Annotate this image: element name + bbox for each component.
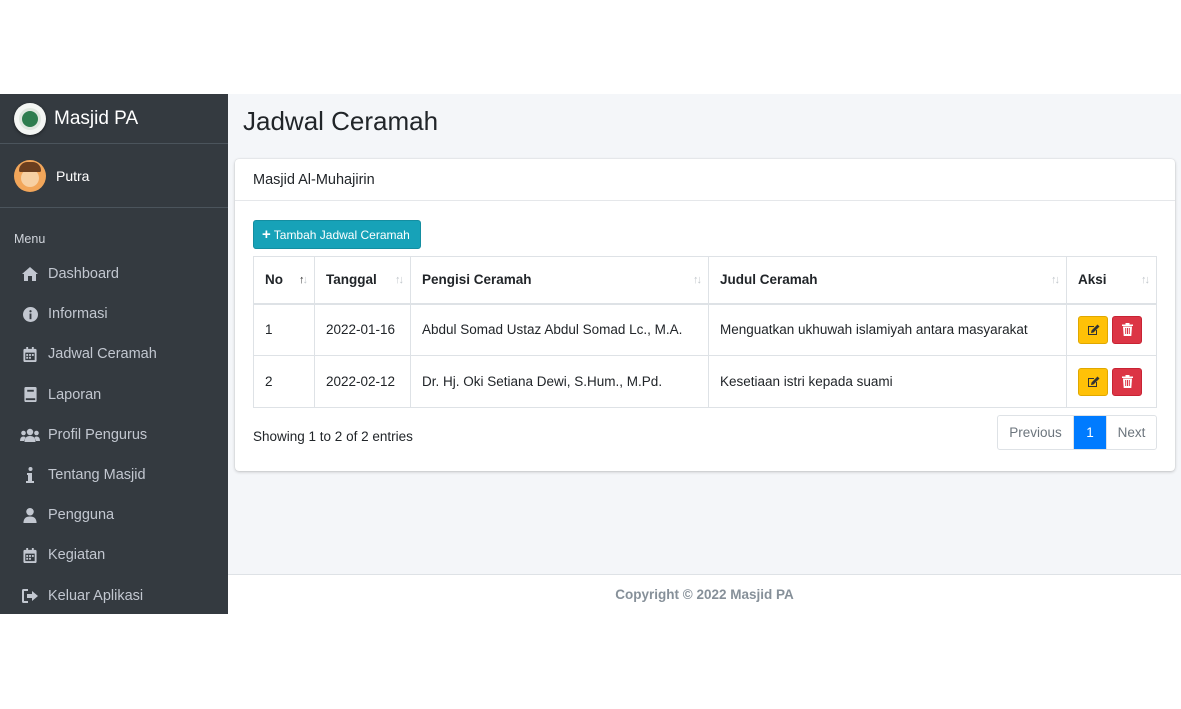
page-1-button[interactable]: 1 [1074, 416, 1106, 449]
sidebar-item-tentang-masjid[interactable]: Tentang Masjid [0, 455, 228, 495]
cell-judul: Menguatkan ukhuwah islamiyah antara masy… [708, 303, 1067, 356]
content-wrapper: Jadwal Ceramah Masjid Al-Muhajirin + Tam… [228, 94, 1181, 614]
home-icon [20, 267, 40, 282]
column-header-no[interactable]: No ↑↓ [253, 256, 315, 305]
edit-button[interactable] [1078, 367, 1108, 396]
app: Masjid PA Putra Menu Dashboard Informasi [0, 94, 1181, 614]
cell-aksi [1066, 355, 1157, 408]
edit-icon [1087, 376, 1099, 387]
column-header-tanggal[interactable]: Tanggal ↑↓ [314, 256, 411, 305]
brand-logo-icon [14, 102, 46, 135]
column-header-judul[interactable]: Judul Ceramah ↑↓ [708, 256, 1067, 305]
sidebar-item-keluar-aplikasi[interactable]: Keluar Aplikasi [0, 576, 228, 616]
copyright-text: Copyright © 2022 Masjid PA [615, 587, 794, 602]
sidebar-item-informasi[interactable]: Informasi [0, 294, 228, 334]
add-schedule-label: Tambah Jadwal Ceramah [273, 227, 410, 242]
sort-icon: ↑↓ [395, 274, 404, 286]
table-header-row: No ↑↓ Tanggal ↑↓ Pengisi Ceramah ↑↓ Judul C… [253, 256, 1157, 305]
avatar [14, 159, 46, 192]
users-icon [20, 428, 40, 442]
user-name: Putra [56, 167, 90, 184]
edit-button[interactable] [1078, 315, 1108, 344]
plus-icon: + [262, 226, 271, 243]
user-icon [20, 507, 40, 523]
cell-no: 1 [253, 303, 315, 356]
trash-icon [1121, 375, 1133, 388]
sort-icon: ↑↓ [1051, 274, 1060, 286]
pagination: Previous 1 Next [997, 415, 1157, 450]
sidebar-item-label: Tentang Masjid [48, 467, 146, 484]
card-header: Masjid Al-Muhajirin [235, 159, 1175, 201]
cell-no: 2 [253, 355, 315, 408]
sidebar-item-label: Keluar Aplikasi [48, 587, 144, 604]
sidebar-item-label: Pengguna [48, 507, 115, 524]
brand-link[interactable]: Masjid PA [0, 94, 228, 144]
sidebar-item-pengguna[interactable]: Pengguna [0, 495, 228, 535]
sidebar-item-label: Profil Pengurus [48, 426, 148, 443]
sidebar-item-label: Jadwal Ceramah [48, 346, 157, 363]
sidebar-item-dashboard[interactable]: Dashboard [0, 254, 228, 294]
sidebar-nav: Dashboard Informasi Jadwal Ceramah Lapor… [0, 254, 228, 616]
sort-asc-icon: ↑↓ [299, 274, 308, 286]
cell-pengisi: Abdul Somad Ustaz Abdul Somad Lc., M.A. [410, 303, 709, 356]
next-page-button[interactable]: Next [1106, 416, 1156, 449]
page-title: Jadwal Ceramah [243, 106, 439, 136]
cell-tanggal: 2022-02-12 [314, 355, 411, 408]
sidebar-item-label: Dashboard [48, 266, 119, 283]
table-row: 2 2022-02-12 Dr. Hj. Oki Setiana Dewi, S… [253, 355, 1157, 408]
schedule-table: No ↑↓ Tanggal ↑↓ Pengisi Ceramah ↑↓ Judul C… [253, 256, 1157, 408]
info-icon [20, 467, 40, 484]
sidebar-item-label: Kegiatan [48, 547, 106, 564]
brand-name: Masjid PA [54, 107, 139, 129]
footer: Copyright © 2022 Masjid PA [228, 574, 1181, 614]
calendar-icon [20, 547, 40, 563]
user-panel[interactable]: Putra [0, 144, 228, 208]
column-header-pengisi[interactable]: Pengisi Ceramah ↑↓ [410, 256, 709, 305]
cell-tanggal: 2022-01-16 [314, 303, 411, 356]
trash-icon [1121, 323, 1133, 337]
delete-button[interactable] [1112, 367, 1142, 396]
book-icon [20, 387, 40, 403]
cell-judul: Kesetiaan istri kepada suami [708, 355, 1067, 408]
sort-icon: ↑↓ [693, 274, 702, 286]
sidebar: Masjid PA Putra Menu Dashboard Informasi [0, 94, 228, 614]
table-row: 1 2022-01-16 Abdul Somad Ustaz Abdul Som… [253, 303, 1157, 356]
delete-button[interactable] [1112, 315, 1142, 344]
cell-pengisi: Dr. Hj. Oki Setiana Dewi, S.Hum., M.Pd. [410, 355, 709, 408]
edit-icon [1087, 324, 1099, 335]
sidebar-item-laporan[interactable]: Laporan [0, 375, 228, 415]
sort-icon: ↑↓ [1141, 274, 1150, 286]
info-circle-icon [20, 306, 40, 322]
schedule-card: Masjid Al-Muhajirin + Tambah Jadwal Cera… [235, 159, 1175, 471]
table-info: Showing 1 to 2 of 2 entries [253, 429, 413, 444]
sidebar-item-label: Informasi [48, 306, 108, 323]
add-schedule-button[interactable]: + Tambah Jadwal Ceramah [253, 220, 421, 249]
sign-out-icon [20, 588, 40, 603]
previous-page-button[interactable]: Previous [998, 416, 1074, 449]
sidebar-item-kegiatan[interactable]: Kegiatan [0, 535, 228, 575]
menu-header: Menu [14, 232, 46, 246]
sidebar-item-label: Laporan [48, 386, 102, 403]
column-header-aksi[interactable]: Aksi ↑↓ [1066, 256, 1157, 305]
cell-aksi [1066, 303, 1157, 356]
sidebar-item-profil-pengurus[interactable]: Profil Pengurus [0, 415, 228, 455]
sidebar-item-jadwal-ceramah[interactable]: Jadwal Ceramah [0, 334, 228, 374]
calendar-icon [20, 346, 40, 362]
